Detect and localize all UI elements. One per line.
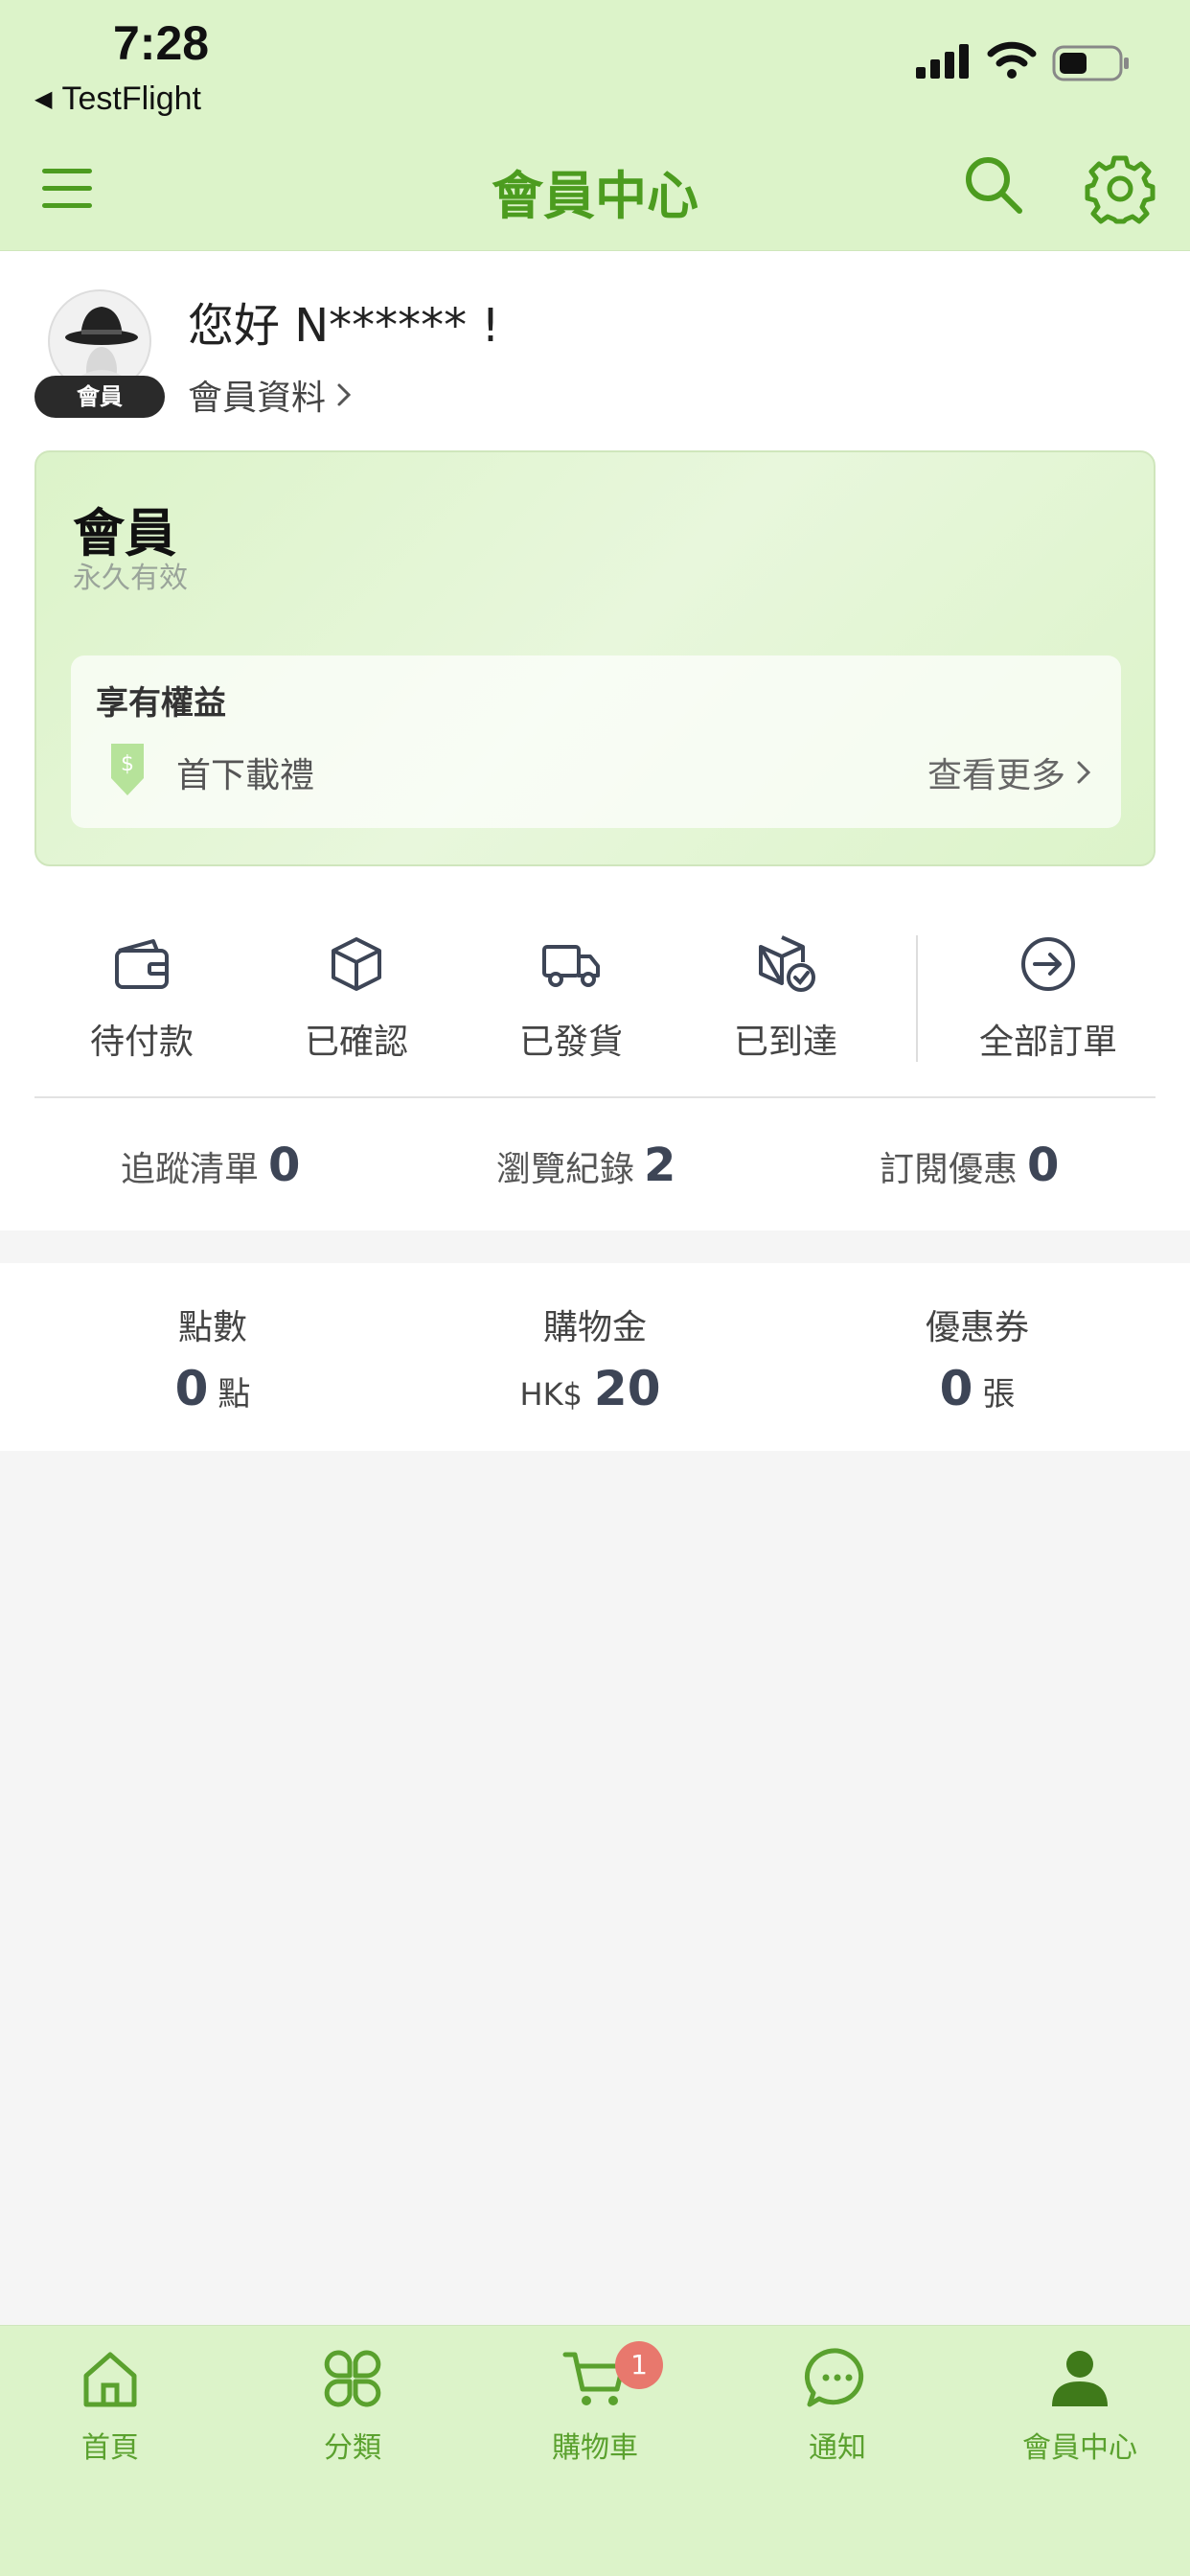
member-badge: 會員 <box>34 376 165 418</box>
wallet-label: 購物金 <box>542 1308 647 1347</box>
wallet-unit: 點 <box>217 1375 251 1414</box>
order-label: 全部訂單 <box>978 1023 1117 1062</box>
order-confirmed[interactable]: 已確認 <box>261 933 452 1068</box>
wallet-section: 點數 0點 購物金 HK$ 20 優惠券 0張 <box>0 1263 1190 1451</box>
top-bar: 7:28 ◀ TestFlight 會員中心 <box>0 0 1190 251</box>
wallet-icon <box>115 939 169 989</box>
wifi-icon <box>987 41 1037 79</box>
stat-label: 瀏覽紀錄 <box>496 1150 635 1189</box>
stat-subscriptions[interactable]: 訂閱優惠 0 <box>880 1138 1059 1192</box>
stat-label: 訂閱優惠 <box>880 1150 1018 1189</box>
wallet-value: 20 <box>593 1361 661 1416</box>
avatar-wrap[interactable]: 會員 <box>34 289 165 424</box>
profile-info-label: 會員資料 <box>188 379 327 418</box>
order-label: 待付款 <box>89 1023 194 1062</box>
tab-home[interactable]: 首頁 <box>0 2345 220 2466</box>
chat-icon <box>804 2348 864 2407</box>
home-icon <box>83 2352 137 2407</box>
chevron-right-icon <box>1077 761 1091 784</box>
order-pending-payment[interactable]: 待付款 <box>46 933 238 1068</box>
wallet-value-row: 0點 <box>69 1361 356 1416</box>
stat-tracking[interactable]: 追蹤清單 0 <box>121 1138 300 1192</box>
wallet-currency: HK$ <box>519 1376 583 1413</box>
see-more-label: 查看更多 <box>927 756 1065 795</box>
tab-notifications[interactable]: 通知 <box>727 2345 948 2466</box>
tab-label: 首頁 <box>81 2431 139 2465</box>
order-shipped[interactable]: 已發貨 <box>475 933 667 1068</box>
arrow-circle-right-icon <box>1021 937 1075 991</box>
box-check-icon <box>759 935 815 992</box>
stat-label: 追蹤清單 <box>121 1150 260 1189</box>
order-label: 已到達 <box>733 1023 837 1062</box>
wallet-label: 優惠券 <box>925 1308 1029 1347</box>
wallet-points[interactable]: 點數 0點 <box>69 1300 356 1416</box>
stat-history[interactable]: 瀏覽紀錄 2 <box>496 1138 675 1192</box>
truck-icon <box>542 945 600 987</box>
bottom-tab-bar: 首頁 分類 1 購物車 通知 會員中心 <box>0 2325 1190 2576</box>
order-label: 已確認 <box>304 1023 408 1062</box>
order-all[interactable]: 全部訂單 <box>952 933 1144 1068</box>
user-icon <box>1052 2351 1108 2406</box>
membership-card: 會員 永久有效 享有權益 $ 首下載禮 查看更多 <box>34 450 1156 866</box>
membership-validity: 永久有效 <box>73 562 188 595</box>
tab-cart[interactable]: 1 購物車 <box>485 2341 705 2466</box>
search-icon[interactable] <box>962 153 1025 217</box>
stat-value: 2 <box>644 1138 676 1192</box>
orders-section: 待付款 已確認 已發貨 已到達 全部訂單 追蹤清單 0 瀏覽紀錄 2 訂閱優惠 … <box>0 899 1190 1230</box>
tab-label: 會員中心 <box>1022 2431 1137 2465</box>
gear-icon[interactable] <box>1085 153 1156 224</box>
download-gift-icon: $ <box>111 744 144 795</box>
profile-info-link[interactable]: 會員資料 <box>188 370 353 420</box>
stat-value: 0 <box>268 1138 301 1192</box>
order-divider <box>916 935 918 1062</box>
wallet-value: 0 <box>939 1361 973 1416</box>
tab-label: 通知 <box>809 2431 866 2465</box>
box-icon <box>332 937 381 991</box>
divider <box>34 1096 1156 1098</box>
back-to-app[interactable]: ◀ TestFlight <box>34 80 201 118</box>
greeting-text: 您好 N****** ! <box>188 299 500 353</box>
wallet-label: 點數 <box>177 1308 247 1347</box>
chevron-right-icon <box>337 383 352 406</box>
wallet-unit: 張 <box>982 1375 1016 1414</box>
see-more-link[interactable]: 查看更多 <box>927 748 1092 797</box>
benefits-panel: 享有權益 $ 首下載禮 查看更多 <box>71 656 1121 828</box>
cart-count-badge: 1 <box>615 2341 663 2389</box>
tab-label: 購物車 <box>552 2431 638 2465</box>
wallet-value-row: HK$ 20 <box>451 1361 739 1416</box>
wallet-value: 0 <box>174 1361 209 1416</box>
stat-value: 0 <box>1027 1138 1060 1192</box>
signal-icon <box>916 44 969 79</box>
tab-member-center[interactable]: 會員中心 <box>970 2345 1190 2466</box>
wallet-credit[interactable]: 購物金 HK$ 20 <box>451 1300 739 1416</box>
tab-categories[interactable]: 分類 <box>242 2345 463 2466</box>
back-triangle-icon: ◀ <box>34 86 53 112</box>
wallet-value-row: 0張 <box>834 1361 1121 1416</box>
tab-label: 分類 <box>324 2431 381 2465</box>
order-arrived[interactable]: 已到達 <box>690 933 881 1068</box>
wallet-coupons[interactable]: 優惠券 0張 <box>834 1300 1121 1416</box>
svg-text:$: $ <box>121 752 134 776</box>
battery-icon <box>1052 45 1129 81</box>
benefit-item: 首下載禮 <box>176 756 315 795</box>
profile-section: 會員 您好 N****** ! 會員資料 會員 永久有效 享有權益 $ 首下載禮… <box>0 251 1190 899</box>
grid-icon <box>324 2350 381 2407</box>
status-time: 7:28 <box>113 16 210 70</box>
back-app-label: TestFlight <box>61 80 201 117</box>
order-label: 已發貨 <box>518 1023 623 1062</box>
benefits-title: 享有權益 <box>96 684 226 723</box>
